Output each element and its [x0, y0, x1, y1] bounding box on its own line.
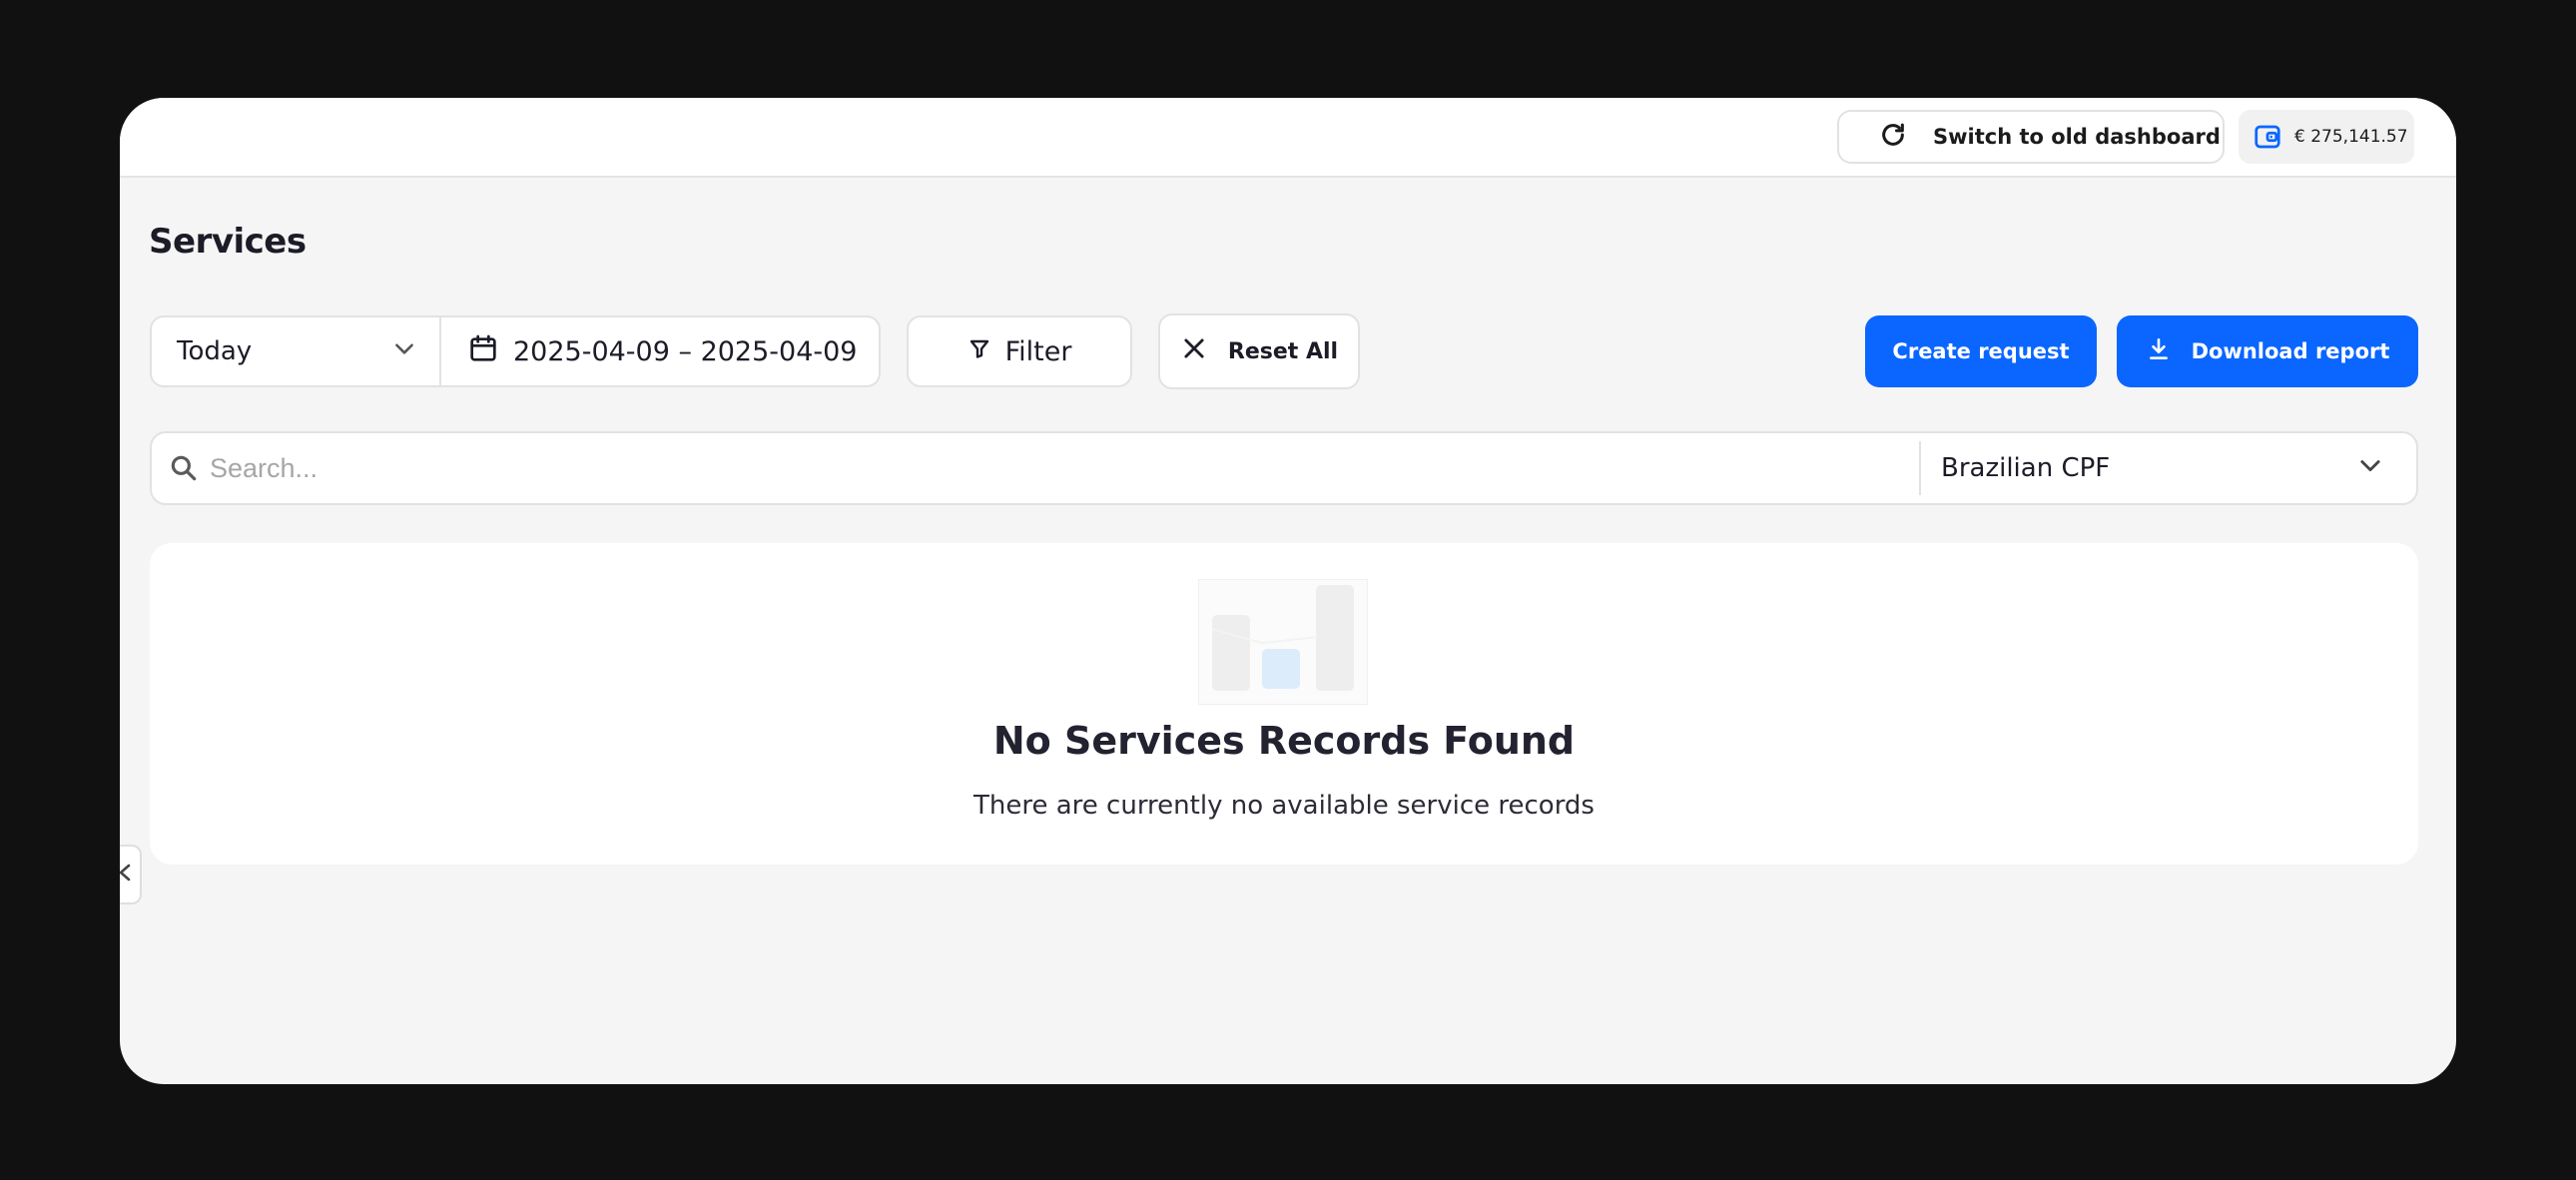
chevron-down-icon [391, 335, 417, 368]
period-select[interactable]: Today [152, 317, 441, 385]
date-range-picker[interactable]: 2025-04-09 – 2025-04-09 [441, 317, 879, 385]
app-window: Switch to old dashboard € 275,141.57 Ser… [120, 98, 2456, 1084]
search-bar: Brazilian CPF [150, 431, 2418, 505]
download-report-button[interactable]: Download report [2117, 315, 2418, 387]
top-bar: Switch to old dashboard € 275,141.57 [120, 98, 2456, 178]
filter-button[interactable]: Filter [907, 315, 1132, 387]
download-icon [2146, 336, 2172, 367]
switch-dashboard-label: Switch to old dashboard [1933, 125, 2221, 149]
empty-chart-icon [1198, 579, 1368, 710]
date-range-value: 2025-04-09 – 2025-04-09 [513, 335, 858, 367]
period-label: Today [177, 336, 253, 366]
download-report-label: Download report [2191, 339, 2390, 363]
empty-state-subtitle: There are currently no available service… [973, 791, 1595, 821]
sidebar-toggle[interactable] [120, 845, 142, 904]
wallet-balance[interactable]: € 275,141.57 [2239, 110, 2414, 164]
chevron-left-icon [120, 861, 134, 889]
calendar-icon [467, 332, 499, 371]
empty-state-title: No Services Records Found [992, 719, 1576, 763]
create-request-button[interactable]: Create request [1865, 315, 2097, 387]
refresh-icon [1879, 121, 1907, 154]
balance-amount: € 275,141.57 [2294, 127, 2408, 147]
filter-icon [967, 336, 991, 367]
filter-label: Filter [1004, 335, 1072, 367]
empty-state-card: No Services Records Found There are curr… [150, 543, 2418, 865]
reset-all-label: Reset All [1227, 338, 1339, 364]
close-icon [1180, 334, 1208, 368]
wallet-icon [2253, 122, 2282, 152]
reset-all-button[interactable]: Reset All [1158, 313, 1360, 389]
date-filter-group: Today 2025-04-09 – 2025-04-09 [150, 315, 881, 387]
document-type-select[interactable]: Brazilian CPF [1921, 433, 2416, 503]
search-icon [168, 452, 200, 484]
page-title: Services [149, 222, 307, 262]
search-input[interactable] [210, 433, 1919, 503]
switch-dashboard-button[interactable]: Switch to old dashboard [1837, 110, 2225, 164]
chevron-down-icon [2356, 451, 2384, 486]
document-type-value: Brazilian CPF [1941, 453, 2111, 483]
